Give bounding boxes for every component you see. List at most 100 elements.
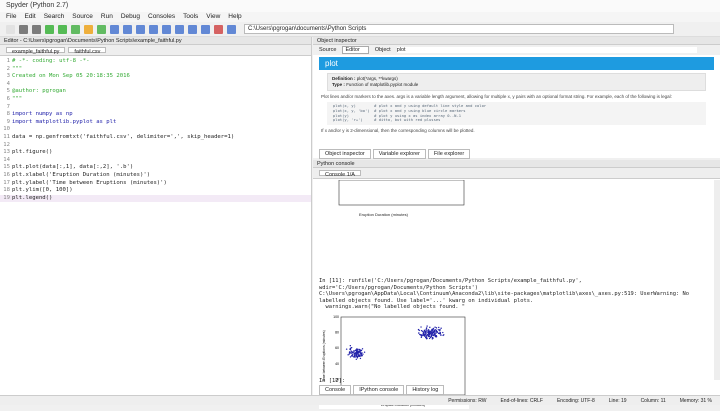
data-point bbox=[355, 352, 358, 355]
object-label: Object bbox=[374, 47, 391, 53]
status-item: Permissions: RW bbox=[448, 398, 487, 404]
data-point bbox=[438, 326, 440, 329]
code-line: 13 plt.figure() bbox=[0, 149, 311, 157]
toolbar-button-icon[interactable] bbox=[97, 24, 106, 34]
menu-view[interactable]: View bbox=[206, 13, 220, 21]
toolbar-button-icon[interactable] bbox=[19, 24, 28, 34]
previous-figure: Eruption Duration (minutes) bbox=[319, 179, 469, 222]
editor-tab[interactable]: example_faithful.py bbox=[6, 47, 66, 55]
data-point bbox=[426, 325, 428, 327]
code-line: 7 bbox=[0, 104, 311, 112]
data-point bbox=[433, 329, 436, 332]
python-console: Python console Console 1/A Eruption Dura… bbox=[313, 160, 720, 409]
data-point bbox=[420, 326, 422, 328]
data-point bbox=[440, 334, 442, 336]
path-input[interactable]: C:\Users\pgrogan\documents\Python Script… bbox=[244, 24, 674, 34]
console-line: In [11]: runfile('C:/Users/pgrogan/Docum… bbox=[319, 278, 582, 284]
inspector-tabs: Object inspector Variable explorer File ex… bbox=[313, 149, 471, 159]
data-point bbox=[356, 351, 359, 353]
toolbar-button-icon[interactable] bbox=[162, 24, 171, 34]
data-point bbox=[440, 327, 442, 329]
inspector-tab[interactable]: Variable explorer bbox=[372, 149, 426, 159]
editor-tab[interactable]: faithful.csv bbox=[68, 47, 107, 55]
data-point bbox=[352, 355, 354, 357]
data-point bbox=[439, 328, 441, 331]
data-point bbox=[355, 354, 358, 356]
data-point bbox=[421, 334, 423, 336]
bottom-tab[interactable]: Console bbox=[319, 385, 352, 395]
status-item: Encoding: UTF-8 bbox=[556, 398, 595, 404]
code-editor[interactable]: 1 # -*- coding: utf-8 -*- 2 """ 3 Created on … bbox=[0, 56, 311, 203]
data-point bbox=[351, 351, 353, 353]
toolbar-button-icon[interactable] bbox=[227, 24, 236, 34]
code-text: Created on Mon Sep 05 20:18:35 2016 bbox=[12, 73, 130, 80]
y-axis-label: Time between Eruptions (minutes) bbox=[322, 330, 326, 382]
toolbar-button-icon[interactable] bbox=[45, 24, 54, 34]
data-point bbox=[359, 348, 361, 351]
menu-edit[interactable]: Edit bbox=[24, 13, 35, 21]
toolbar-button-icon[interactable] bbox=[6, 24, 15, 34]
toolbar-button-icon[interactable] bbox=[84, 24, 93, 34]
data-point bbox=[434, 334, 436, 337]
menu-consoles[interactable]: Consoles bbox=[148, 13, 175, 21]
code-text: plt.ylabel('Time between Eruptions (minu… bbox=[12, 179, 167, 186]
data-point bbox=[425, 328, 427, 331]
menu-file[interactable]: File bbox=[6, 13, 16, 21]
menu-tools[interactable]: Tools bbox=[183, 13, 198, 21]
menu-run[interactable]: Run bbox=[101, 13, 113, 21]
y-tick-label: 100 bbox=[333, 315, 339, 319]
menu-source[interactable]: Source bbox=[72, 13, 93, 21]
definition-label: Definition : bbox=[332, 76, 356, 81]
inspector-tab[interactable]: Object inspector bbox=[319, 149, 371, 159]
code-text: import numpy as np bbox=[12, 111, 73, 118]
type: Function of matplotlib.pyplot module bbox=[346, 82, 419, 87]
toolbar-button-icon[interactable] bbox=[201, 24, 210, 34]
code-text: # -*- coding: utf-8 -*- bbox=[12, 58, 90, 64]
type-label: Type : bbox=[332, 82, 345, 87]
data-point bbox=[353, 354, 356, 357]
inspector-tab[interactable]: File explorer bbox=[427, 149, 471, 159]
y-tick-label: 40 bbox=[335, 362, 339, 366]
line-number: 5 bbox=[6, 88, 10, 95]
data-point bbox=[422, 334, 424, 336]
source-select[interactable]: Editor bbox=[342, 46, 369, 54]
data-point bbox=[428, 334, 431, 336]
data-point bbox=[362, 353, 364, 355]
toolbar-button-icon[interactable] bbox=[123, 24, 132, 34]
toolbar-button-icon[interactable] bbox=[110, 24, 119, 34]
line-number: 9 bbox=[6, 118, 10, 125]
code-line: 10 bbox=[0, 126, 311, 134]
menu-search[interactable]: Search bbox=[44, 13, 65, 21]
status-item: End-of-lines: CRLF bbox=[500, 398, 543, 404]
code-line: 16 plt.xlabel('Eruption Duration (minutes… bbox=[0, 172, 311, 180]
toolbar-button-icon[interactable] bbox=[32, 24, 41, 34]
data-point bbox=[359, 351, 361, 353]
toolbar-button-icon[interactable] bbox=[58, 24, 67, 34]
doc-code: plot(x, y) # plot x and y using default … bbox=[327, 102, 706, 126]
console-scrollbar[interactable] bbox=[714, 180, 720, 380]
bottom-tab[interactable]: IPython console bbox=[353, 385, 405, 395]
console-tab[interactable]: Console 1/A bbox=[319, 170, 361, 178]
menu-help[interactable]: Help bbox=[228, 13, 241, 21]
data-point bbox=[347, 354, 349, 356]
data-point bbox=[361, 354, 363, 357]
status-item: Memory: 31 % bbox=[679, 398, 712, 404]
data-point bbox=[348, 353, 350, 355]
toolbar-button-icon[interactable] bbox=[175, 24, 184, 34]
data-point bbox=[358, 354, 360, 356]
object-input[interactable]: plot bbox=[396, 47, 697, 53]
toolbar-button-icon[interactable] bbox=[71, 24, 80, 34]
data-point bbox=[436, 331, 438, 333]
bottom-tab[interactable]: History log bbox=[406, 385, 445, 395]
console-bottom-tabs: Console IPython console History log bbox=[319, 385, 445, 395]
data-point bbox=[429, 326, 431, 329]
toolbar-button-icon[interactable] bbox=[149, 24, 158, 34]
doc-code-line: plot(y, 'r+') # ditto, but with red plus… bbox=[333, 117, 441, 123]
toolbar: C:\Users\pgrogan\documents\Python Script… bbox=[0, 22, 720, 37]
console-output[interactable]: In [11]: runfile('C:/Users/pgrogan/Docum… bbox=[313, 278, 708, 311]
toolbar-button-icon[interactable] bbox=[188, 24, 197, 34]
menu-debug[interactable]: Debug bbox=[121, 13, 140, 21]
toolbar-button-icon[interactable] bbox=[214, 24, 223, 34]
toolbar-button-icon[interactable] bbox=[136, 24, 145, 34]
source-label: Source bbox=[319, 47, 337, 53]
